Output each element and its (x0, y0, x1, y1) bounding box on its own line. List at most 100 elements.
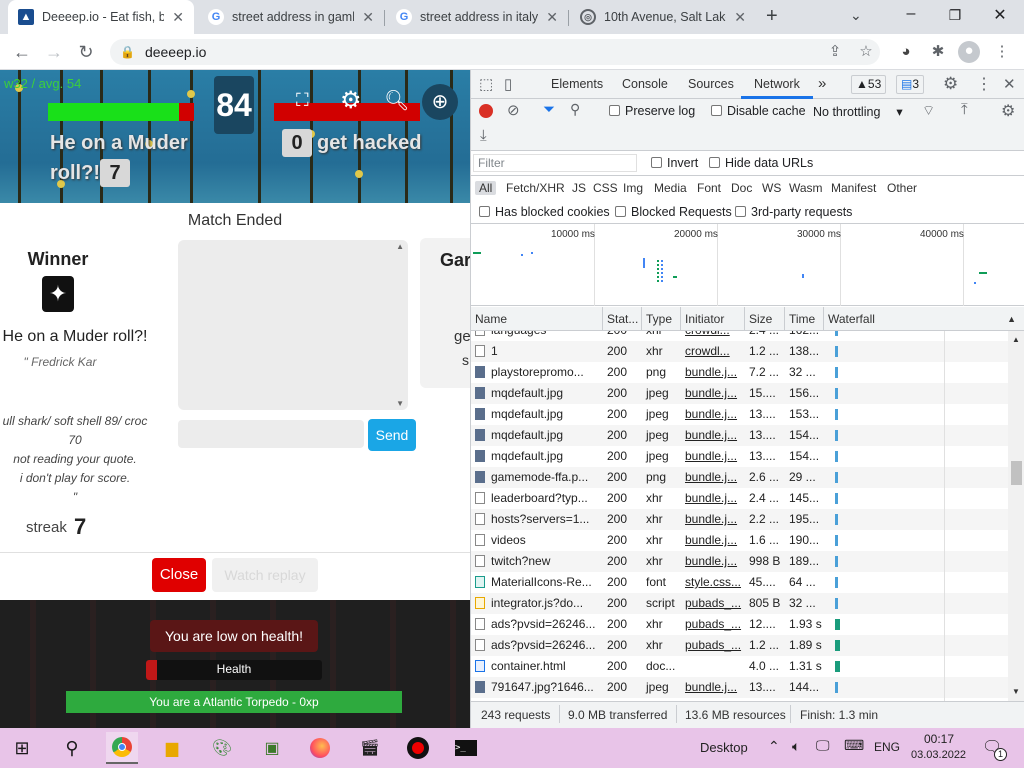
profile-avatar-icon[interactable]: ● (958, 41, 980, 63)
table-row[interactable]: languages200xhrcrowdi...2.4 ...162... (471, 331, 1008, 341)
cell-initiator[interactable]: crowdl... (681, 341, 745, 362)
table-row[interactable]: mqdefault.jpg 200 jpeg bundle.j... 15.... 156… (471, 383, 1008, 404)
network-overview-timeline[interactable]: 10000 ms 20000 ms 30000 ms 40000 ms (471, 224, 1024, 306)
chrome-icon[interactable] (106, 732, 138, 764)
close-tab-icon[interactable]: ✕ (734, 9, 746, 26)
filter-css[interactable]: CSS (593, 181, 618, 195)
throttling-select[interactable]: No throttling ▾ (813, 104, 903, 119)
record-icon[interactable] (479, 104, 493, 118)
maximize-button[interactable]: ❐ (940, 7, 970, 24)
col-size[interactable]: Size (745, 307, 785, 331)
network-settings-icon[interactable]: ⚙ (1001, 101, 1015, 121)
desktop-toolbar-label[interactable]: Desktop (700, 740, 748, 755)
close-tab-icon[interactable]: ✕ (172, 9, 184, 26)
col-name[interactable]: Name (471, 307, 603, 331)
has-blocked-cookies-checkbox[interactable]: Has blocked cookies (479, 205, 610, 219)
network-icon[interactable]: 🖵︎ (816, 737, 830, 754)
table-row[interactable]: mqdefault.jpg 200 jpeg bundle.j... 13.... 153… (471, 404, 1008, 425)
tab-sources[interactable]: Sources (688, 77, 734, 91)
close-tab-icon[interactable]: ✕ (362, 9, 374, 26)
share-icon[interactable]: ⇪ (825, 42, 845, 62)
third-party-checkbox[interactable]: 3rd-party requests (735, 205, 852, 219)
cell-initiator[interactable]: bundle.j... (681, 383, 745, 404)
reload-icon[interactable]: ↻ (74, 40, 98, 64)
send-button[interactable]: Send (368, 419, 416, 451)
close-devtools-icon[interactable]: ✕ (1003, 75, 1016, 93)
clock-time[interactable]: 00:17 (924, 732, 954, 746)
scroll-down-icon[interactable]: ▼ (396, 399, 404, 408)
filter-ws[interactable]: WS (762, 181, 781, 195)
tab-deeeep[interactable]: ▲ Deeeep.io - Eat fish, be ✕ (8, 0, 194, 34)
table-row[interactable]: twitch?new 200 xhr bundle.j... 998 B 189... (471, 551, 1008, 572)
scrollbar-thumb[interactable] (1011, 461, 1022, 485)
video-editor-icon[interactable]: 🎬︎ (354, 732, 386, 764)
tab-street-gamb[interactable]: G street address in gamb ✕ (198, 0, 384, 34)
device-toolbar-icon[interactable]: ▯ (504, 75, 512, 93)
new-tab-button[interactable]: + (766, 5, 778, 28)
tab-street-italy[interactable]: G street address in italy - ✕ (386, 0, 568, 34)
col-status[interactable]: Stat... (603, 307, 642, 331)
chat-log[interactable]: ▲ ▼ (178, 240, 408, 410)
table-row[interactable]: videos 200 xhr bundle.j... 1.6 ... 190... (471, 530, 1008, 551)
menu-kebab-icon[interactable]: ⋮ (976, 74, 992, 94)
col-time[interactable]: Time (785, 307, 824, 331)
settings-gear-icon[interactable]: ⚙ (340, 86, 362, 115)
table-row[interactable]: 791647.jpg?1646... 200 jpeg bundle.j... 13..… (471, 677, 1008, 698)
table-row[interactable]: leaderboard?typ... 200 xhr bundle.j... 2.4 .… (471, 488, 1008, 509)
extension-circle-icon[interactable]: ◕ (896, 42, 916, 62)
network-conditions-icon[interactable]: ⌔ (922, 102, 935, 120)
zoom-in-icon[interactable]: ⊕ (422, 84, 458, 120)
scroll-down-icon[interactable]: ▼ (1012, 687, 1020, 696)
search-icon[interactable]: ⚲ (56, 732, 88, 764)
cell-initiator[interactable]: crowdi... (681, 331, 745, 341)
menu-kebab-icon[interactable]: ⋮ (992, 42, 1012, 62)
cell-initiator[interactable]: bundle.j... (681, 530, 745, 551)
blocked-requests-checkbox[interactable]: Blocked Requests (615, 205, 732, 219)
cell-initiator[interactable]: bundle.j... (681, 677, 745, 698)
tab-elements[interactable]: Elements (551, 77, 603, 91)
filter-other[interactable]: Other (887, 181, 917, 195)
table-row[interactable]: mqdefault.jpg 200 jpeg bundle.j... 13.... 154… (471, 446, 1008, 467)
filter-manifest[interactable]: Manifest (831, 181, 876, 195)
cell-initiator[interactable]: bundle.j... (681, 551, 745, 572)
cell-initiator[interactable]: bundle.j... (681, 509, 745, 530)
cell-initiator[interactable] (681, 656, 745, 677)
inspect-element-icon[interactable]: ⬚ (479, 75, 493, 93)
filter-font[interactable]: Font (697, 181, 721, 195)
table-row[interactable]: ads?pvsid=26246... 200 xhr pubads_... 1.2 ..… (471, 635, 1008, 656)
table-row[interactable]: MaterialIcons-Re... 200 font style.css... 45… (471, 572, 1008, 593)
tab-network[interactable]: Network (754, 77, 800, 91)
hide-data-urls-checkbox[interactable]: Hide data URLs (709, 156, 813, 170)
filter-img[interactable]: Img (623, 181, 643, 195)
forward-arrow-icon[interactable]: → (42, 40, 66, 64)
cell-initiator[interactable]: pubads_... (681, 593, 745, 614)
paint-icon[interactable]: 🎨︎ (206, 732, 238, 764)
search-icon[interactable]: ⚲ (570, 101, 580, 118)
cell-initiator[interactable]: pubads_... (681, 614, 745, 635)
filter-media[interactable]: Media (654, 181, 687, 195)
filter-fetch-xhr[interactable]: Fetch/XHR (506, 181, 565, 195)
scroll-up-icon[interactable]: ▲ (1012, 335, 1020, 344)
clear-icon[interactable]: ⊘ (507, 101, 520, 119)
filter-doc[interactable]: Doc (731, 181, 752, 195)
more-tabs-button[interactable]: » (818, 75, 826, 92)
messages-badge[interactable]: ▤3 (896, 75, 925, 94)
address-bar[interactable]: 🔒 deeeep.io (110, 39, 880, 65)
zoom-out-icon[interactable]: 🔍︎ (384, 88, 409, 113)
filter-js[interactable]: JS (572, 181, 586, 195)
table-scrollbar[interactable]: ▲ ▼ (1008, 331, 1024, 701)
cell-initiator[interactable]: bundle.j... (681, 446, 745, 467)
table-row[interactable]: hosts?servers=1... 200 xhr bundle.j... 2.2 .… (471, 509, 1008, 530)
import-har-icon[interactable]: ⤒ (961, 101, 968, 118)
settings-gear-icon[interactable]: ⚙ (943, 74, 958, 94)
firefox-icon[interactable] (304, 732, 336, 764)
cell-initiator[interactable]: style.css... (681, 572, 745, 593)
close-button[interactable]: Close (152, 558, 206, 592)
tab-search-icon[interactable]: ⌄ (850, 7, 862, 24)
minimize-button[interactable]: – (896, 5, 926, 23)
preserve-log-checkbox[interactable]: Preserve log (609, 104, 695, 118)
watch-replay-button[interactable]: Watch replay (212, 558, 318, 592)
warnings-badge[interactable]: ▲53 (851, 75, 887, 94)
game-viewport[interactable]: w32 / avg. 54 84 ⛶ ⚙ 🔍︎ ⊕ He on a Muder … (0, 70, 470, 728)
clock-date[interactable]: 03.03.2022 (911, 749, 966, 761)
